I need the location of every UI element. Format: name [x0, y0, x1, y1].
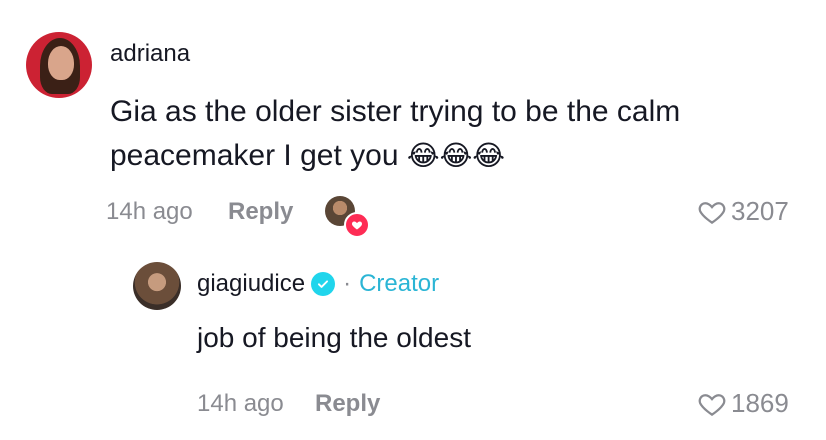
comment-reply-button[interactable]: Reply — [228, 198, 293, 226]
heart-outline-icon — [698, 393, 726, 416]
commenter-username[interactable]: adriana — [110, 40, 190, 68]
creator-label: Creator — [359, 270, 440, 297]
comment-body: Gia as the older sister trying to be the… — [110, 95, 681, 172]
comment-like-button[interactable]: 3207 — [697, 196, 789, 227]
reply-like-count: 1869 — [731, 388, 789, 418]
replier-username[interactable]: giagiudice — [197, 270, 305, 298]
reply-timestamp: 14h ago — [197, 390, 284, 417]
heart-outline-icon — [698, 201, 726, 224]
reply-like-button[interactable]: 1869 — [697, 388, 789, 419]
avatar-face — [48, 46, 74, 80]
reply-reply-button[interactable]: Reply — [315, 390, 380, 418]
reply-text: job of being the oldest — [197, 322, 471, 353]
laughing-emoji: 😂😂😂 — [406, 139, 506, 172]
replier-avatar[interactable] — [133, 262, 181, 310]
comment-text: Gia as the older sister trying to be the… — [110, 90, 790, 178]
verified-badge-icon — [311, 272, 336, 296]
reply-header: giagiudice · Creator — [197, 270, 439, 298]
separator-dot: · — [343, 270, 352, 297]
comment-like-count: 3207 — [731, 196, 789, 226]
creator-heart-icon — [344, 212, 370, 238]
commenter-avatar[interactable] — [26, 32, 92, 98]
comment-timestamp: 14h ago — [106, 198, 193, 225]
